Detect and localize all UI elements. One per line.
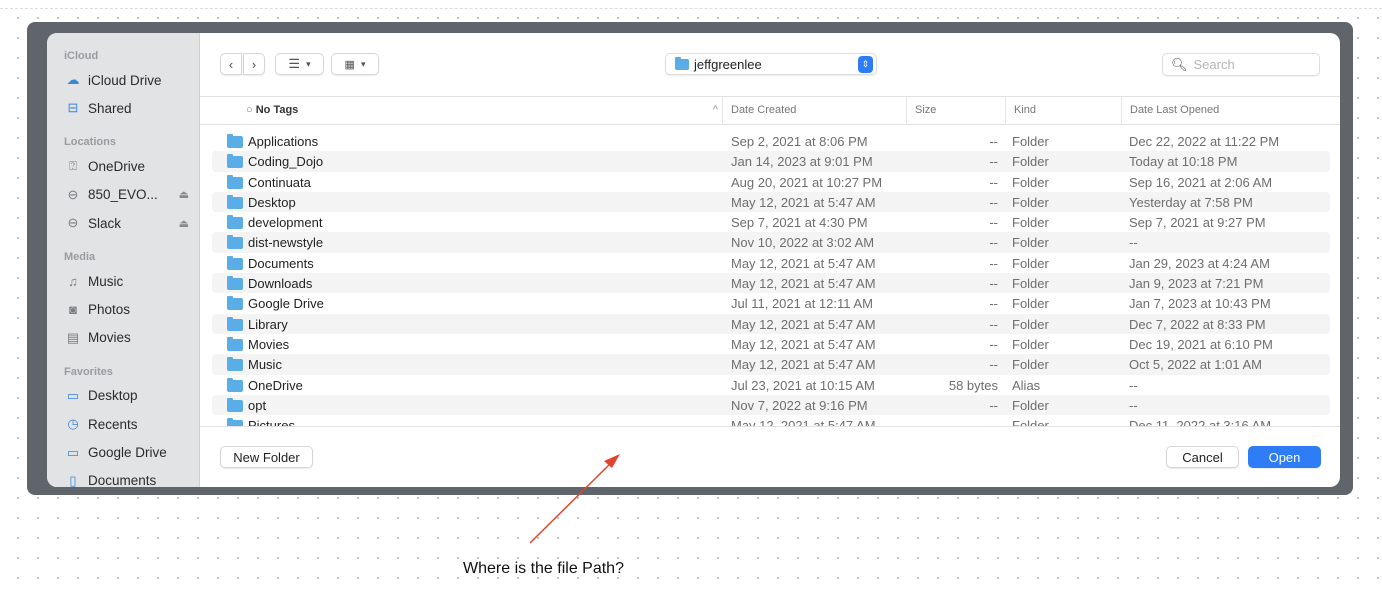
- annotation-arrow: [529, 454, 620, 544]
- annotation-caption: Where is the file Path?: [463, 560, 624, 577]
